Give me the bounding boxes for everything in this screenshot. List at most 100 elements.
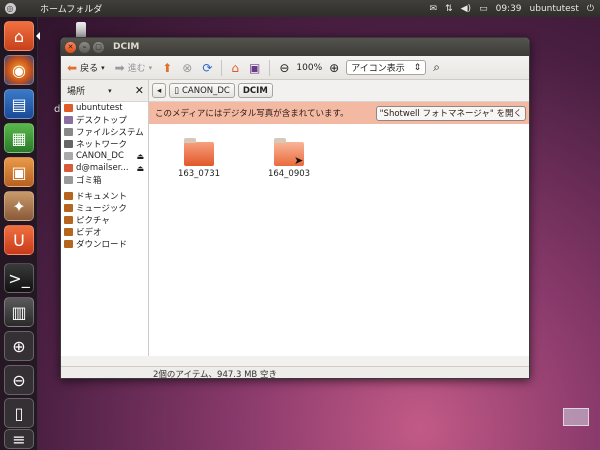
view-mode-value: アイコン表示 — [351, 64, 405, 74]
view-mode-select[interactable]: アイコン表示 ⇕ — [346, 60, 427, 75]
sidebar-item[interactable]: デスクトップ — [61, 114, 148, 126]
video-icon — [64, 228, 73, 236]
forward-button[interactable]: ➡ 進む ▾ — [112, 59, 156, 77]
arrow-up-icon: ⬆ — [162, 60, 173, 75]
chevron-down-icon[interactable]: ▾ — [108, 87, 112, 95]
chevron-down-icon: ▾ — [148, 63, 153, 72]
software-center-icon[interactable]: ✦ — [4, 191, 34, 221]
usb-icon — [64, 152, 73, 160]
search-button[interactable]: ⌕ — [430, 58, 443, 77]
keyboard-icon[interactable]: ▭ — [479, 4, 488, 14]
stop-icon: ⊗ — [182, 60, 193, 75]
zoom-in-icon[interactable]: ⊕ — [4, 331, 34, 361]
picture-icon — [64, 216, 73, 224]
sidebar-item-label: ファイルシステム — [76, 128, 144, 138]
back-label: 戻る — [80, 64, 99, 74]
toolbar: ⬅ 戻る ▾ ➡ 進む ▾ ⬆ ⊗ ⟳ ⌂ ▣ ⊖ 100% ⊕ アイコン表示 … — [61, 56, 529, 80]
trash-icon[interactable]: ≡ — [4, 429, 34, 449]
zoom-out-icon[interactable]: ⊖ — [4, 365, 34, 395]
status-bar: 2個のアイテム、947.3 MB 空き — [61, 366, 529, 378]
firefox-icon[interactable]: ◉ — [4, 55, 34, 85]
file-manager-window: ✕ – □ DCIM ⬅ 戻る ▾ ➡ 進む ▾ ⬆ ⊗ ⟳ ⌂ ▣ ⊖ 100… — [60, 37, 530, 379]
sidebar-item[interactable]: ネットワーク — [61, 138, 148, 150]
sidebar-item[interactable]: ビデオ — [61, 226, 148, 238]
sidebar-item[interactable]: ファイルシステム — [61, 126, 148, 138]
folder-name: 164_0903 — [267, 169, 311, 179]
zoom-out-button[interactable]: ⊖ — [276, 59, 292, 77]
info-bar-message: このメディアにはデジタル写真が含まれています。 — [155, 109, 349, 119]
icon-view[interactable]: 163_0731 164_0903 — [149, 124, 529, 356]
folder-item[interactable]: 164_0903 — [259, 138, 319, 179]
power-icon[interactable]: ⏻ — [587, 4, 594, 14]
writer-icon[interactable]: ▤ — [4, 89, 34, 119]
info-bar: このメディアにはデジタル写真が含まれています。 "Shotwell フォトマネー… — [149, 102, 529, 124]
top-panel: ◎ ホームフォルダ ✉ ⇅ ◀) ▭ 09:39 ubuntutest ⏻ — [0, 0, 600, 17]
stop-button[interactable]: ⊗ — [179, 59, 195, 77]
folder-item[interactable]: 163_0731 — [169, 138, 229, 179]
desktop-icon — [64, 116, 73, 124]
user-name[interactable]: ubuntutest — [530, 4, 579, 14]
ubuntu-one-icon[interactable]: U — [4, 225, 34, 255]
mouse-cursor-icon: ➤ — [294, 154, 304, 167]
sidebar-item-label: ドキュメント — [76, 192, 128, 202]
network-icon[interactable]: ⇅ — [445, 4, 453, 14]
sidebar-item[interactable]: ミュージック — [61, 202, 148, 214]
trash-icon — [64, 176, 73, 184]
back-button[interactable]: ⬅ 戻る ▾ — [64, 59, 108, 77]
open-shotwell-button[interactable]: "Shotwell フォトマネージャ" を開く — [375, 105, 526, 121]
mail-icon[interactable]: ✉ — [430, 4, 438, 14]
ubuntu-logo-button[interactable]: ◎ — [0, 0, 20, 17]
sidebar-item[interactable]: d@mailser... ⏏ — [61, 162, 148, 174]
pathbar: ◂ ▯ CANON_DC DCIM — [149, 80, 529, 102]
window-title: DCIM — [113, 42, 140, 52]
arrow-left-icon: ⬅ — [67, 60, 78, 75]
close-window-button[interactable]: ✕ — [65, 41, 76, 53]
sidebar-item-label: ビデオ — [76, 228, 102, 238]
panel-app-title: ホームフォルダ — [40, 5, 103, 15]
sidebar-item[interactable]: CANON_DC ⏏ — [61, 150, 148, 162]
minimize-window-button[interactable]: – — [79, 41, 90, 53]
sidebar-item-label: CANON_DC — [76, 151, 124, 161]
workspace-preview[interactable] — [563, 408, 589, 426]
reload-button[interactable]: ⟳ — [199, 59, 215, 77]
sidebar-item[interactable]: ダウンロード — [61, 238, 148, 250]
zoom-in-button[interactable]: ⊕ — [326, 59, 342, 77]
main-content: ◂ ▯ CANON_DC DCIM このメディアにはデジタル写真が含まれています… — [149, 80, 529, 356]
maximize-window-button[interactable]: □ — [93, 41, 104, 53]
impress-icon[interactable]: ▣ — [4, 157, 34, 187]
path-crumb-canon[interactable]: ▯ CANON_DC — [169, 83, 235, 98]
path-back-arrow[interactable]: ◂ — [152, 83, 167, 98]
eject-icon[interactable]: ⏏ — [136, 164, 144, 173]
toolbar-separator — [269, 59, 271, 76]
volume-icon[interactable]: ◀) — [461, 4, 471, 14]
sidebar-item-label: ゴミ箱 — [76, 176, 102, 186]
path-crumb-dcim[interactable]: DCIM — [237, 83, 273, 98]
sidebar: 場所 ▾ ✕ ubuntutest デスクトップ ファイルシステム ネットワーク CAN… — [61, 80, 149, 356]
network-icon — [64, 140, 73, 148]
music-icon — [64, 204, 73, 212]
computer-button[interactable]: ▣ — [246, 59, 263, 77]
home-icon: ⌂ — [231, 60, 239, 75]
workspace-switcher-icon[interactable]: ▥ — [4, 297, 34, 327]
sidebar-item[interactable]: ドキュメント — [61, 190, 148, 202]
usb-icon: ▯ — [174, 85, 179, 96]
clock[interactable]: 09:39 — [496, 4, 522, 14]
chevron-down-icon: ▾ — [101, 63, 105, 72]
sidebar-item-label: ubuntutest — [76, 103, 123, 113]
window-titlebar[interactable]: ✕ – □ DCIM — [61, 38, 529, 56]
close-sidebar-icon[interactable]: ✕ — [135, 84, 144, 97]
sidebar-item[interactable]: ゴミ箱 — [61, 174, 148, 186]
usb-drive-icon[interactable]: ▯ — [4, 398, 34, 428]
sidebar-item-label: ネットワーク — [76, 140, 128, 150]
sidebar-item[interactable]: ubuntutest — [61, 102, 148, 114]
home-button[interactable]: ⌂ — [228, 59, 242, 77]
active-indicator — [36, 32, 40, 40]
calc-icon[interactable]: ▦ — [4, 123, 34, 153]
sidebar-item[interactable]: ピクチャ — [61, 214, 148, 226]
path-crumb-label: CANON_DC — [181, 85, 230, 96]
up-button[interactable]: ⬆ — [159, 59, 175, 77]
terminal-icon[interactable]: >_ — [4, 263, 34, 293]
home-folder-icon[interactable]: ⌂ — [4, 21, 34, 51]
folder-name: 163_0731 — [177, 169, 221, 179]
eject-icon[interactable]: ⏏ — [136, 152, 144, 161]
